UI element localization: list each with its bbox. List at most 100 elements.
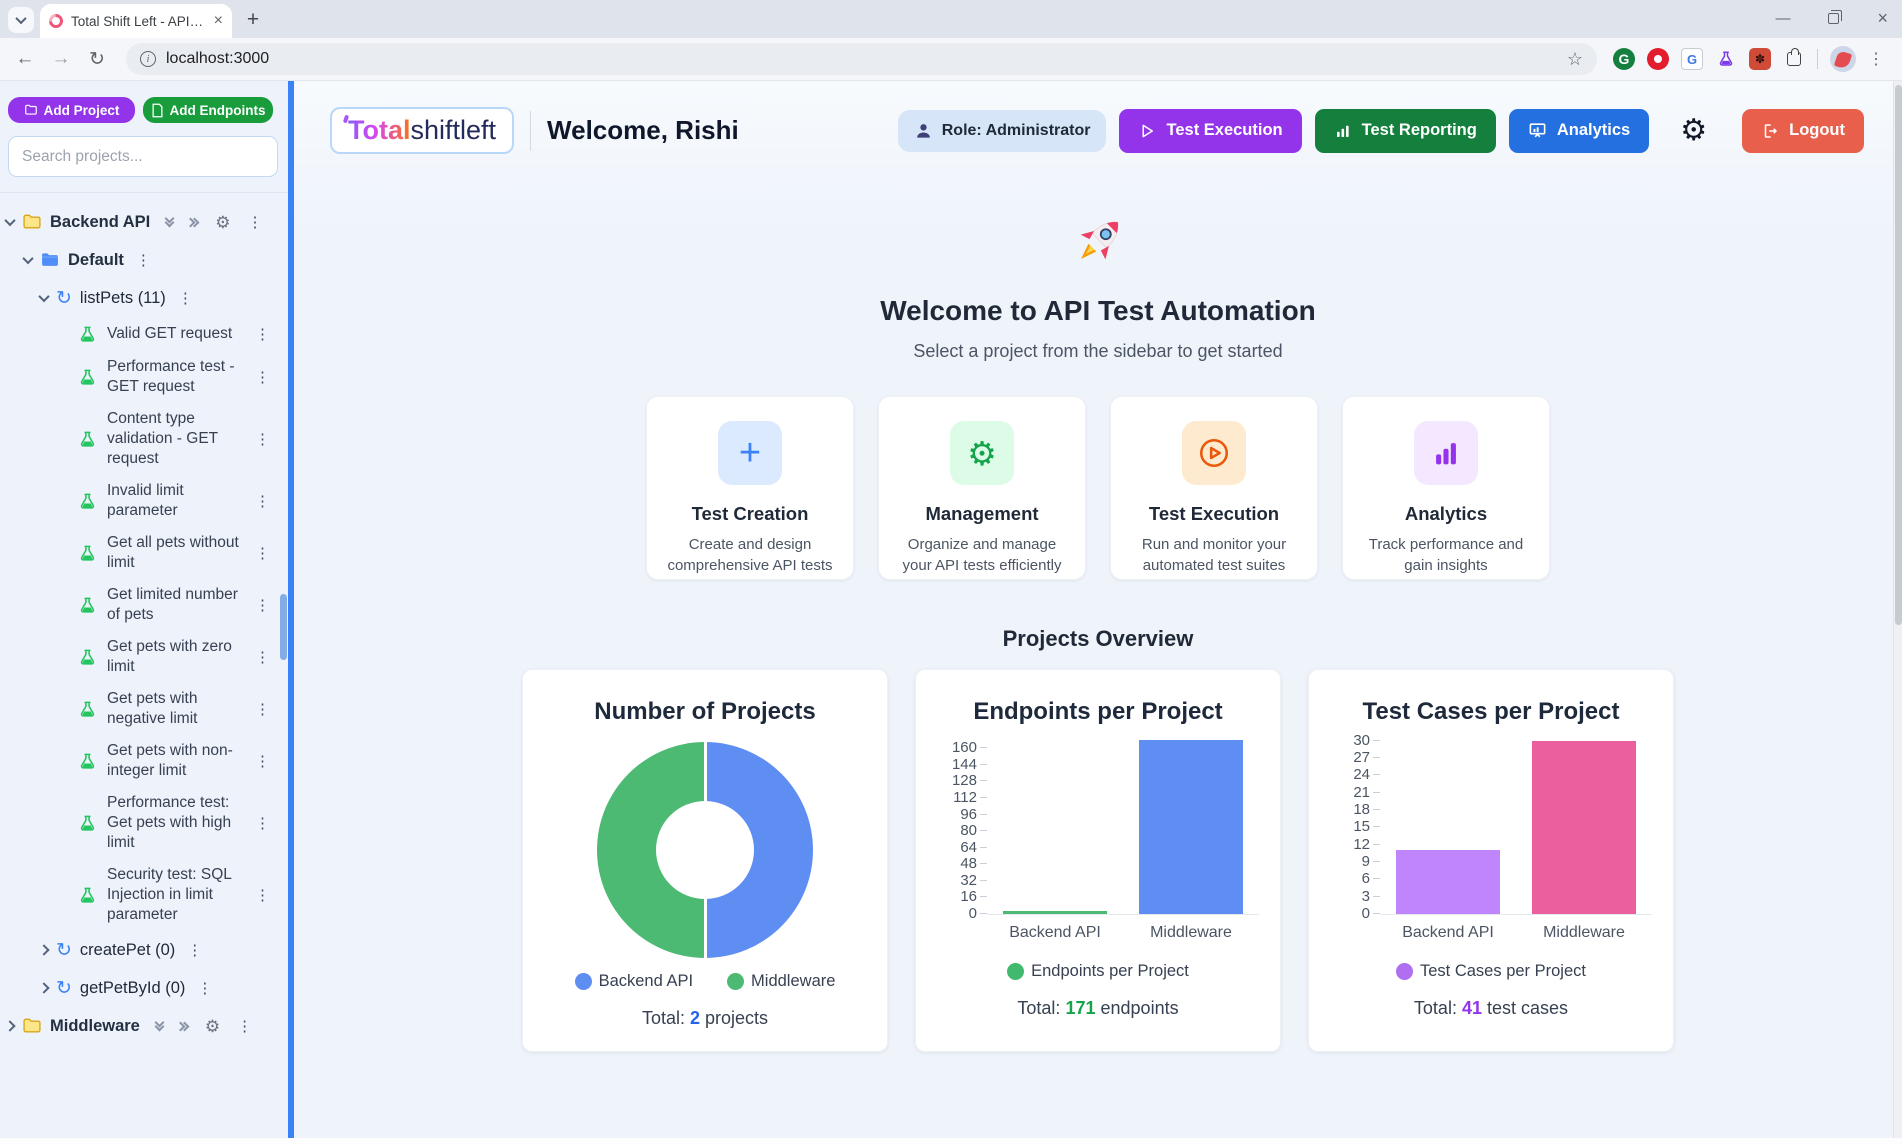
- kebab-menu-icon[interactable]: ⋮: [255, 432, 270, 447]
- legend-item[interactable]: Middleware: [727, 972, 835, 991]
- legend-item[interactable]: Backend API: [575, 972, 693, 991]
- tree-item[interactable]: Performance test: Get pets with high lim…: [0, 787, 288, 859]
- browser-menu-icon[interactable]: ⋮: [1868, 49, 1884, 69]
- bookmark-star-icon[interactable]: ☆: [1567, 49, 1583, 70]
- bar-backend-api[interactable]: [1003, 911, 1107, 914]
- tab-search-button[interactable]: [8, 7, 34, 33]
- new-tab-button[interactable]: +: [240, 7, 266, 33]
- gear-icon[interactable]: ⚙: [215, 214, 230, 231]
- gear-icon[interactable]: ⚙: [205, 1018, 220, 1035]
- tree-item[interactable]: ↻listPets (11)⋮: [0, 279, 288, 317]
- chevron-right-icon[interactable]: [38, 982, 49, 993]
- test-reporting-button[interactable]: Test Reporting: [1315, 109, 1496, 153]
- legend-dot: [575, 973, 592, 990]
- kebab-menu-icon[interactable]: ⋮: [237, 1019, 252, 1034]
- tab-close-icon[interactable]: ×: [214, 13, 223, 29]
- minimize-button[interactable]: —: [1775, 11, 1790, 26]
- tick-mark: [1373, 896, 1380, 897]
- tree-item[interactable]: Get pets with negative limit⋮: [0, 683, 288, 735]
- chevron-down-icon[interactable]: [22, 253, 33, 264]
- tree-item[interactable]: ↻getPetById (0)⋮: [0, 969, 288, 1007]
- extensions-puzzle-icon[interactable]: [1783, 48, 1805, 70]
- sync-icon[interactable]: ↻: [56, 979, 72, 998]
- kebab-menu-icon[interactable]: ⋮: [255, 546, 270, 561]
- chevron-down-icon[interactable]: [4, 215, 15, 226]
- kebab-menu-icon[interactable]: ⋮: [255, 370, 270, 385]
- tree-item[interactable]: Middleware⚙⋮: [0, 1007, 288, 1045]
- legend-item[interactable]: Endpoints per Project: [1007, 962, 1189, 981]
- chevron-right-icon[interactable]: [38, 944, 49, 955]
- flask-icon: [78, 700, 97, 719]
- bug-tool-extension-icon[interactable]: ✽: [1749, 48, 1771, 70]
- search-projects-input[interactable]: [8, 136, 278, 177]
- kebab-menu-icon[interactable]: ⋮: [255, 650, 270, 665]
- feature-card-management[interactable]: ⚙ManagementOrganize and manage your API …: [878, 396, 1086, 580]
- kebab-menu-icon[interactable]: ⋮: [187, 943, 202, 958]
- kebab-menu-icon[interactable]: ⋮: [255, 702, 270, 717]
- reload-button[interactable]: ↻: [84, 48, 110, 71]
- forward-button[interactable]: →: [48, 48, 74, 70]
- expand-all-icon[interactable]: [190, 219, 198, 226]
- add-project-button[interactable]: Add Project: [8, 97, 135, 123]
- tree-item[interactable]: Get pets with zero limit⋮: [0, 631, 288, 683]
- tree-item[interactable]: Content type validation - GET request⋮: [0, 403, 288, 475]
- chevron-down-icon[interactable]: [38, 291, 49, 302]
- flask-extension-icon[interactable]: [1715, 48, 1737, 70]
- tree-item[interactable]: Default⋮: [0, 241, 288, 279]
- profile-avatar[interactable]: [1830, 46, 1856, 72]
- kebab-menu-icon[interactable]: ⋮: [255, 598, 270, 613]
- settings-gear-icon[interactable]: ⚙: [1680, 116, 1707, 146]
- expand-all-icon[interactable]: [180, 1023, 188, 1030]
- kebab-menu-icon[interactable]: ⋮: [248, 215, 263, 230]
- collapse-all-icon[interactable]: [166, 218, 173, 226]
- back-button[interactable]: ←: [12, 48, 38, 70]
- project-sidebar: Add Project Add Endpoints Backend API⚙⋮D…: [0, 81, 288, 1145]
- feature-card-test-creation[interactable]: +Test CreationCreate and design comprehe…: [646, 396, 854, 580]
- tree-item[interactable]: Valid GET request⋮: [0, 317, 288, 351]
- url-text[interactable]: localhost:3000: [166, 50, 1557, 68]
- chart-title: Number of Projects: [594, 698, 815, 726]
- site-info-icon[interactable]: i: [140, 51, 156, 67]
- test-execution-button[interactable]: Test Execution: [1119, 109, 1301, 153]
- grammarly-extension-icon[interactable]: G: [1613, 48, 1635, 70]
- collapse-all-icon[interactable]: [156, 1022, 163, 1030]
- kebab-menu-icon[interactable]: ⋮: [255, 816, 270, 831]
- tree-item[interactable]: Get limited number of pets⋮: [0, 579, 288, 631]
- tree-item[interactable]: Performance test - GET request⋮: [0, 351, 288, 403]
- tree-item[interactable]: Invalid limit parameter⋮: [0, 475, 288, 527]
- restore-button[interactable]: [1828, 13, 1839, 24]
- kebab-menu-icon[interactable]: ⋮: [255, 494, 270, 509]
- add-endpoints-button[interactable]: Add Endpoints: [143, 97, 273, 123]
- chevron-right-icon[interactable]: [4, 1020, 15, 1031]
- sync-icon[interactable]: ↻: [56, 289, 72, 308]
- bar-middleware[interactable]: [1532, 741, 1636, 914]
- kebab-menu-icon[interactable]: ⋮: [178, 291, 193, 306]
- tree-item[interactable]: Get pets with non-integer limit⋮: [0, 735, 288, 787]
- kebab-menu-icon[interactable]: ⋮: [136, 253, 151, 268]
- sidebar-scrollbar[interactable]: [280, 594, 287, 660]
- sync-icon[interactable]: ↻: [56, 941, 72, 960]
- page-scrollbar[interactable]: [1893, 81, 1902, 1145]
- adblocker-extension-icon[interactable]: [1647, 48, 1669, 70]
- logout-button[interactable]: Logout: [1742, 109, 1864, 153]
- close-button[interactable]: ×: [1877, 9, 1888, 27]
- bar-middleware[interactable]: [1139, 740, 1243, 914]
- folder-icon: [40, 250, 60, 270]
- browser-tab[interactable]: Total Shift Left - API Automation ×: [40, 4, 232, 38]
- tree-item[interactable]: Backend API⚙⋮: [0, 203, 288, 241]
- bar-backend-api[interactable]: [1396, 850, 1500, 914]
- tree-item[interactable]: Get all pets without limit⋮: [0, 527, 288, 579]
- kebab-menu-icon[interactable]: ⋮: [255, 327, 270, 342]
- analytics-button[interactable]: Analytics: [1509, 109, 1649, 153]
- kebab-menu-icon[interactable]: ⋮: [197, 981, 212, 996]
- url-bar[interactable]: i localhost:3000 ☆: [126, 43, 1597, 75]
- tree-item[interactable]: ↻createPet (0)⋮: [0, 931, 288, 969]
- legend-item[interactable]: Test Cases per Project: [1396, 962, 1586, 981]
- kebab-menu-icon[interactable]: ⋮: [255, 888, 270, 903]
- tree-item[interactable]: Security test: SQL Injection in limit pa…: [0, 859, 288, 931]
- kebab-menu-icon[interactable]: ⋮: [255, 754, 270, 769]
- feature-card-analytics[interactable]: AnalyticsTrack performance and gain insi…: [1342, 396, 1550, 580]
- page-scrollbar-thumb[interactable]: [1895, 85, 1902, 625]
- translate-extension-icon[interactable]: G: [1681, 48, 1703, 70]
- feature-card-test-execution[interactable]: Test ExecutionRun and monitor your autom…: [1110, 396, 1318, 580]
